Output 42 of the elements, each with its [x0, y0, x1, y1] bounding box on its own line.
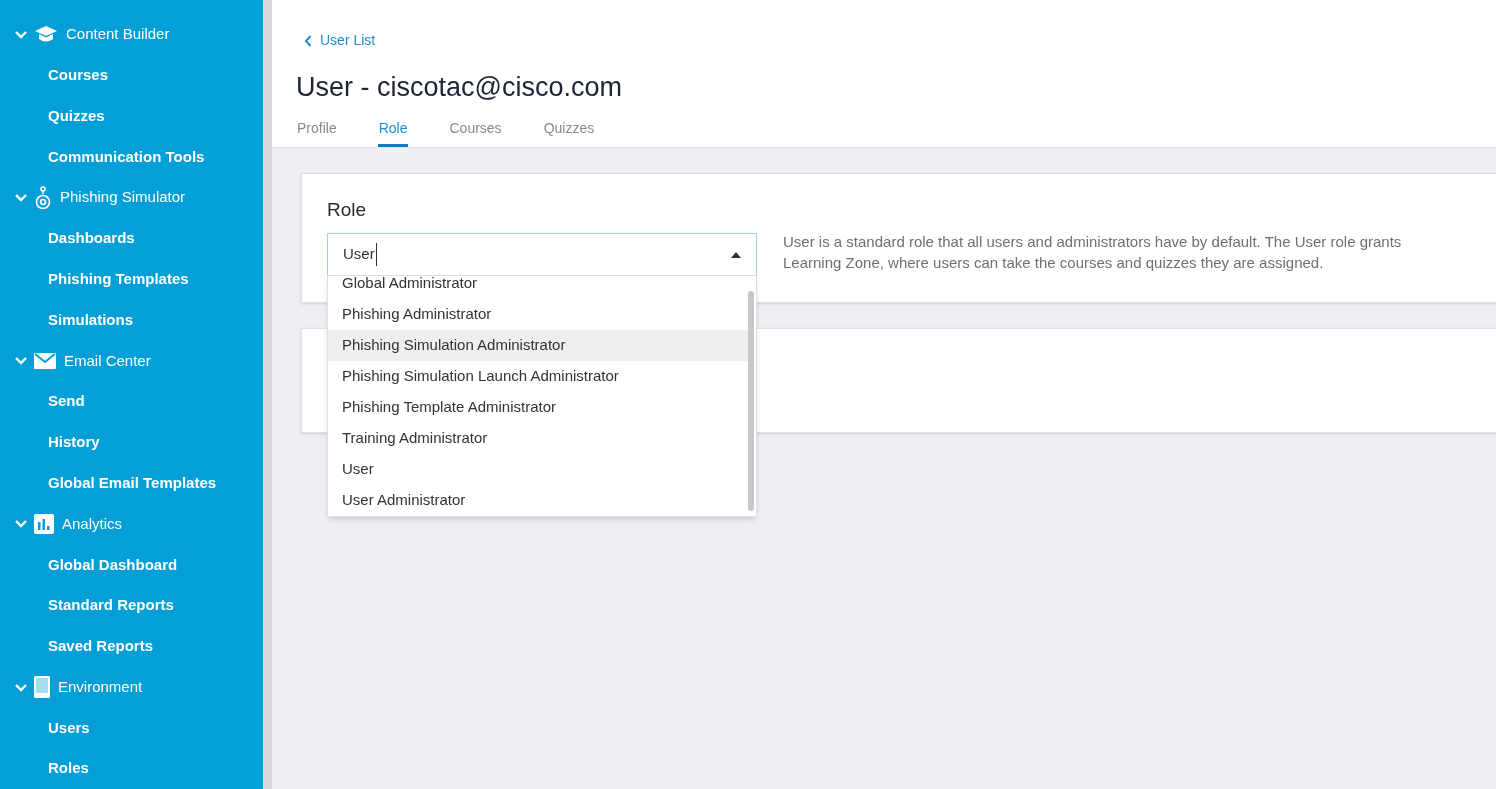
tab[interactable]: Role [377, 117, 409, 147]
dropdown-option[interactable]: Phishing Administrator [328, 298, 748, 330]
sidebar-item[interactable]: Courses [48, 63, 109, 87]
chevron-left-icon [304, 34, 312, 47]
back-link[interactable]: User List [304, 30, 376, 51]
sidebar-item[interactable]: Quizzes [48, 104, 105, 128]
sidebar-item[interactable]: Global Email Templates [48, 471, 217, 495]
sidebar-item[interactable]: Phishing Templates [48, 267, 189, 291]
sidebar-group[interactable]: Phishing Simulator [60, 186, 186, 209]
scrollbar[interactable] [748, 290, 754, 511]
sidebar-group[interactable]: Content Builder [66, 23, 170, 46]
dropdown-option[interactable]: Global Administrator [328, 275, 748, 299]
sidebar-item[interactable]: Users [48, 716, 90, 740]
dropdown-option[interactable]: Phishing Simulation Administrator [328, 329, 748, 361]
sidebar-item[interactable]: Send [48, 390, 85, 413]
dropdown-option[interactable]: User [328, 453, 748, 485]
sidebar-item[interactable]: Communication Tools [48, 145, 205, 169]
dropdown-option[interactable]: User Administrator [328, 484, 748, 516]
sidebar-group[interactable]: Email Center [64, 349, 151, 372]
role-description: User is a standard role that all users and administrators have by default. The User role grants Learning Zone, where users can take the courses and quizzes they are assigned. [783, 232, 1403, 273]
graduation-cap-icon [34, 25, 58, 44]
sidebar-item[interactable]: Roles [48, 757, 89, 780]
at-sign-icon [34, 185, 52, 210]
card-title: Role [327, 197, 367, 222]
page-title: User - ciscotac@cisco.com [296, 71, 622, 104]
sidebar-group[interactable]: Analytics [62, 512, 123, 536]
sidebar-item[interactable]: History [48, 431, 100, 454]
dropdown-option[interactable]: Phishing Simulation Launch Administrator [328, 360, 748, 392]
tab[interactable]: Profile [296, 117, 338, 147]
sidebar-item[interactable]: Global Dashboard [48, 553, 178, 576]
dropdown-option[interactable]: Training Administrator [328, 422, 748, 454]
tab[interactable]: Courses [448, 117, 503, 147]
tab[interactable]: Quizzes [542, 117, 596, 147]
sidebar-item[interactable]: Saved Reports [48, 635, 154, 658]
dropdown-option[interactable]: Phishing Template Administrator [328, 391, 748, 423]
bar-chart-icon [34, 513, 54, 534]
tablet-icon [34, 676, 50, 699]
sidebar-group[interactable]: Environment [58, 675, 143, 699]
sidebar-item[interactable]: Dashboards [48, 227, 135, 250]
envelope-icon [34, 352, 56, 369]
sidebar-item[interactable]: Simulations [48, 308, 133, 332]
sidebar-item[interactable]: Standard Reports [48, 594, 174, 617]
